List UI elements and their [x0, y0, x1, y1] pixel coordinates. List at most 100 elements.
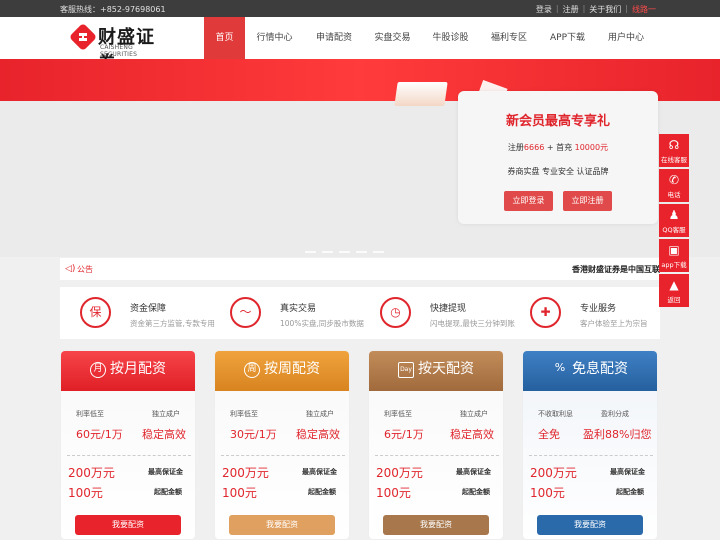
plan-card-header: 周按周配资: [215, 351, 349, 391]
gift-box-image: [394, 82, 448, 106]
plan-card-header: Day 按天配资: [369, 351, 503, 391]
account-value: 稳定高效: [450, 428, 494, 441]
carousel-dots: [305, 251, 384, 253]
promo-panel: 新会员最高专享礼 注册6666 + 首充 10000元 券商实盘 专业安全 认证…: [458, 91, 658, 224]
apply-button[interactable]: 我要配资: [75, 515, 181, 535]
plan-card-monthly: 月按月配资 利率低至 独立成户 60元/1万 稳定高效 200万元 最高保证金 …: [60, 350, 196, 540]
nav-welfare[interactable]: 福利专区: [480, 17, 538, 59]
calendar-icon: 月: [90, 362, 106, 378]
top-bar: 客服热线：+852-97698061 登录 | 注册 | 关于我们 | 线路一: [0, 0, 720, 17]
account-label: 独立成户: [460, 410, 488, 418]
min-amount-label: 起配金额: [616, 488, 644, 496]
plan-card-weekly: 周按周配资 利率低至 独立成户 30元/1万 稳定高效 200万元 最高保证金 …: [214, 350, 350, 540]
promo-buttons: 立即登录 立即注册: [458, 191, 658, 211]
account-label: 独立成户: [152, 410, 180, 418]
logo[interactable]: 财盛证券 CAISHENG SECURITIES: [70, 22, 170, 74]
plan-title: 按周配资: [264, 361, 320, 377]
account-label: 盈利分成: [601, 410, 629, 418]
nav-apply[interactable]: 申请配资: [304, 17, 364, 59]
register-button[interactable]: 立即注册: [563, 191, 612, 211]
notice-bar: ◁) 公告 香港财盛证券是中国互联: [60, 258, 660, 280]
features-bar: 保 资金保障 资金第三方监管,专款专用 〜 真实交易 100%实盘,同步股市数据…: [60, 287, 660, 339]
notice-text[interactable]: 香港财盛证券是中国互联: [572, 264, 660, 275]
about-link[interactable]: 关于我们: [589, 4, 621, 15]
back-top-icon: ▲: [669, 278, 679, 292]
feature-real-trade: 〜 真实交易 100%实盘,同步股市数据: [210, 287, 364, 339]
register-link[interactable]: 注册: [563, 4, 579, 15]
carousel-dot[interactable]: [305, 251, 316, 253]
top-links: 登录 | 注册 | 关于我们 | 线路一: [536, 4, 656, 15]
max-deposit: 200万元: [376, 466, 423, 480]
carousel-dot[interactable]: [339, 251, 350, 253]
feature-withdraw: ◷ 快捷提现 闪电提现,最快三分钟到账: [360, 287, 515, 339]
percent-icon: %: [554, 361, 566, 374]
side-app[interactable]: ▣ app下载: [659, 239, 689, 272]
app-icon: ▣: [668, 243, 680, 257]
side-phone[interactable]: ✆ 电话: [659, 169, 689, 202]
side-toolbar: ☊ 在线客服 ✆ 电话 ♟ QQ客服 ▣ app下载 ▲ 返回: [659, 134, 689, 309]
side-back-top[interactable]: ▲ 返回: [659, 274, 689, 307]
plan-card-header: 月按月配资: [61, 351, 195, 391]
carousel-dot[interactable]: [356, 251, 367, 253]
feature-title: 真实交易: [280, 304, 317, 314]
route-link[interactable]: 线路一: [632, 4, 656, 15]
rate-label: 利率低至: [76, 410, 104, 418]
divider: [375, 455, 499, 456]
promo-title: 新会员最高专享礼: [505, 114, 610, 129]
header: 财盛证券 CAISHENG SECURITIES 首页 行情中心 申请配资 实盘…: [0, 17, 720, 74]
plan-card-header: % 免息配资: [523, 351, 657, 391]
min-amount: 100元: [222, 486, 257, 500]
login-button[interactable]: 立即登录: [504, 191, 553, 211]
divider: |: [582, 4, 586, 13]
carousel-dot[interactable]: [322, 251, 333, 253]
nav-app[interactable]: APP下载: [538, 17, 597, 59]
trend-icon: 〜: [230, 297, 261, 328]
max-deposit-label: 最高保证金: [148, 468, 183, 476]
min-amount-label: 起配金额: [462, 488, 490, 496]
nav-diagnosis[interactable]: 牛股诊股: [421, 17, 480, 59]
calendar-icon: 周: [244, 362, 260, 378]
logo-icon: [70, 24, 96, 50]
max-deposit: 200万元: [222, 466, 269, 480]
apply-button[interactable]: 我要配资: [383, 515, 489, 535]
feature-title: 快捷提现: [430, 304, 467, 314]
nav-user[interactable]: 用户中心: [597, 17, 655, 59]
max-deposit-label: 最高保证金: [456, 468, 491, 476]
feature-fund-safety: 保 资金保障 资金第三方监管,专款专用: [60, 287, 215, 339]
shield-icon: 保: [80, 297, 111, 328]
feature-desc: 100%实盘,同步股市数据: [280, 319, 364, 328]
feature-desc: 客户体验至上为宗旨: [580, 319, 648, 328]
plan-title: 按天配资: [418, 361, 474, 377]
nav-trade[interactable]: 实盘交易: [364, 17, 421, 59]
rate-label: 利率低至: [384, 410, 412, 418]
headset-icon: ☊: [668, 138, 680, 152]
clock-icon: ◷: [380, 297, 411, 328]
thermometer-icon: ✚: [530, 297, 561, 328]
main-nav: 首页 行情中心 申请配资 实盘交易 牛股诊股 福利专区 APP下载 用户中心: [204, 17, 655, 59]
account-label: 独立成户: [306, 410, 334, 418]
nav-home[interactable]: 首页: [204, 17, 245, 59]
max-deposit-label: 最高保证金: [610, 468, 645, 476]
min-amount-label: 起配金额: [308, 488, 336, 496]
rate-value: 6元/1万: [384, 428, 424, 441]
notice-label: 公告: [77, 265, 93, 274]
hotline-text: 客服热线：+852-97698061: [60, 5, 166, 14]
side-qq[interactable]: ♟ QQ客服: [659, 204, 689, 237]
divider: |: [555, 4, 559, 13]
feature-service: ✚ 专业服务 客户体验至上为宗旨: [510, 287, 660, 339]
side-online-service[interactable]: ☊ 在线客服: [659, 134, 689, 167]
apply-button[interactable]: 我要配资: [229, 515, 335, 535]
nav-market[interactable]: 行情中心: [245, 17, 304, 59]
rate-label: 利率低至: [230, 410, 258, 418]
plan-title: 免息配资: [572, 361, 628, 377]
promo-offer: 注册6666 + 首充 10000元: [507, 143, 609, 152]
login-link[interactable]: 登录: [536, 4, 552, 15]
divider: [67, 455, 191, 456]
feature-desc: 闪电提现,最快三分钟到账: [430, 319, 515, 328]
min-amount: 100元: [68, 486, 103, 500]
carousel-dot[interactable]: [373, 251, 384, 253]
rate-value: 60元/1万: [76, 428, 123, 441]
qq-icon: ♟: [668, 208, 680, 222]
apply-button[interactable]: 我要配资: [537, 515, 643, 535]
account-value: 稳定高效: [296, 428, 340, 441]
